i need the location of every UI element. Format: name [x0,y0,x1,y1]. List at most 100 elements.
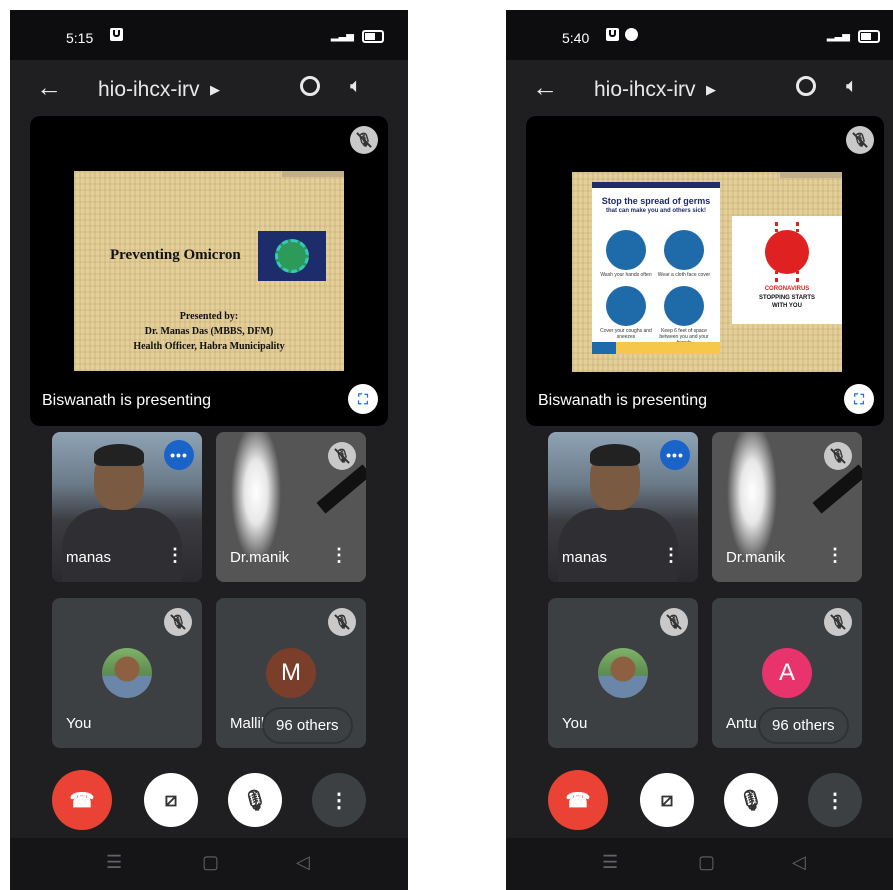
participant-tile-you[interactable]: 🎙︎ You [548,598,698,748]
presentation-slide: Stop the spread of germs that can make y… [572,172,842,372]
speaker-icon[interactable]: 🔈︎ [350,75,362,98]
slide-presenter: Dr. Manas Das (MBBS, DFM) [144,326,274,337]
back-nav-icon[interactable]: ◁ [792,852,806,873]
camera-flip-icon[interactable] [300,76,320,96]
more-options-button[interactable]: ⋮ [808,773,862,827]
battery-icon [858,30,880,43]
mic-off-icon: 🎙︎ [328,608,356,636]
phone-screen-left: 5:15 ▂▃▅ ← hio-ihcx-irv ▶ 🔈︎ 🎙︎ Preventi… [10,10,408,890]
mic-off-icon: 🎙︎ [738,789,764,812]
participant-tile-others[interactable]: 🎙︎ M Mallik 96 others [216,598,366,748]
phone-hangup-icon: ☎ [69,789,95,812]
end-call-button[interactable]: ☎ [52,770,112,830]
meeting-code[interactable]: hio-ihcx-irv [98,78,200,102]
meeting-app-bar: ← hio-ihcx-irv ▶ 🔈︎ [506,60,893,120]
poster-title: Stop the spread of germs [601,196,711,206]
slide-role: Health Officer, Habra Municipality [133,341,285,352]
others-count-badge[interactable]: 96 others [264,709,351,742]
status-bar: 5:15 ▂▃▅ [10,10,408,60]
mic-off-icon: 🎙︎ [846,126,874,154]
status-time: 5:15 [66,30,94,46]
back-nav-icon[interactable]: ◁ [296,852,310,873]
participant-tile-manas[interactable]: ••• manas ⋮ [52,432,202,582]
phone-screen-right: 5:40 ▂▃▅ ← hio-ihcx-irv ▶ 🔈︎ 🎙︎ Stop the… [506,10,893,890]
fullscreen-icon[interactable]: ⛶ [348,384,378,414]
participant-name: manas [66,549,112,566]
mic-off-icon: 🎙︎ [660,608,688,636]
participant-tile-you[interactable]: 🎙︎ You [52,598,202,748]
presentation-stage: 🎙︎ Preventing Omicron Presented by: Dr. … [30,116,388,426]
mic-toggle-button[interactable]: 🎙︎ [724,773,778,827]
signal-icon: ▂▃▅ [826,31,850,42]
more-vert-icon[interactable]: ⋮ [166,545,184,566]
presenting-label: Biswanath is presenting [42,392,211,409]
meeting-code[interactable]: hio-ihcx-irv [594,78,696,102]
camera-flip-icon[interactable] [796,76,816,96]
mic-toggle-button[interactable]: 🎙︎ [228,773,282,827]
more-options-button[interactable]: ⋮ [312,773,366,827]
speaking-indicator-icon: ••• [164,440,194,470]
distance-illustration [664,286,704,326]
recents-icon[interactable]: ☰ [106,852,122,873]
avatar [102,648,152,698]
camera-toggle-button[interactable]: ⧄ [640,773,694,827]
presentation-stage: 🎙︎ Stop the spread of germs that can mak… [526,116,884,426]
mic-off-icon: 🎙︎ [824,442,852,470]
cough-illustration [606,286,646,326]
more-vert-icon[interactable]: ⋮ [330,545,348,566]
arrow-left-icon[interactable]: ← [532,72,558,103]
avatar [598,648,648,698]
poster-caption: Wash your hands often [600,272,652,278]
poster-caption: Cover your coughs and sneezes [600,328,652,340]
participant-name: Dr.manik [726,549,786,566]
participant-tile-manik[interactable]: 🎙︎ Dr.manik ⋮ [712,432,862,582]
poster-caption: Wear a cloth face cover [657,272,711,278]
poster-logo [592,342,616,354]
participant-tile-others[interactable]: 🎙︎ A Antu 96 others [712,598,862,748]
slide-toolbar [780,172,842,178]
participant-tile-manas[interactable]: ••• manas ⋮ [548,432,698,582]
fullscreen-icon[interactable]: ⛶ [844,384,874,414]
mic-off-icon: 🎙︎ [328,442,356,470]
facebook-icon [625,28,638,41]
status-bar: 5:40 ▂▃▅ [506,10,893,60]
participant-name: manas [562,549,608,566]
mic-off-icon: 🎙︎ [242,789,268,812]
globe-virus-image [258,231,326,281]
camera-off-icon: ⧄ [164,788,178,811]
recents-icon[interactable]: ☰ [602,852,618,873]
avatar: M [266,648,316,698]
participant-tile-manik[interactable]: 🎙︎ Dr.manik ⋮ [216,432,366,582]
end-call-button[interactable]: ☎ [548,770,608,830]
more-vert-icon[interactable]: ⋮ [662,545,680,566]
participant-name: You [562,715,588,732]
notification-icon [110,28,123,41]
mic-off-icon: 🎙︎ [824,608,852,636]
participant-name: Antu [726,715,757,732]
more-vert-icon[interactable]: ⋮ [826,545,844,566]
chevron-right-icon[interactable]: ▶ [706,82,716,98]
notification-icon [606,28,619,41]
signal-icon: ▂▃▅ [330,31,354,42]
battery-icon [362,30,384,43]
home-icon[interactable]: ▢ [202,852,219,873]
speaking-indicator-icon: ••• [660,440,690,470]
call-controls: ☎ ⧄ 🎙︎ ⋮ [506,770,893,830]
participant-name: Dr.manik [230,549,290,566]
panel-text: STOPPING STARTS [758,295,816,301]
coronavirus-panel: CORONAVIRUS STOPPING STARTS WITH YOU [732,216,842,324]
home-icon[interactable]: ▢ [698,852,715,873]
presenting-label: Biswanath is presenting [538,392,707,409]
handwash-illustration [606,230,646,270]
participant-name: You [66,715,92,732]
virus-icon [765,222,809,282]
call-controls: ☎ ⧄ 🎙︎ ⋮ [10,770,408,830]
chevron-right-icon[interactable]: ▶ [210,82,220,98]
more-vert-icon: ⋮ [329,789,349,812]
speaker-icon[interactable]: 🔈︎ [846,75,858,98]
mic-off-icon: 🎙︎ [350,126,378,154]
arrow-left-icon[interactable]: ← [36,72,62,103]
phone-hangup-icon: ☎ [565,789,591,812]
others-count-badge[interactable]: 96 others [760,709,847,742]
camera-toggle-button[interactable]: ⧄ [144,773,198,827]
